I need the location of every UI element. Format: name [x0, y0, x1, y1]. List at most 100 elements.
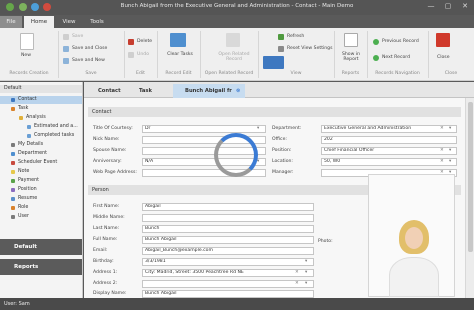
- dropdown-icon[interactable]: ▾: [257, 126, 259, 132]
- next-record-icon: [373, 55, 379, 61]
- undo-button[interactable]: Undo: [137, 52, 149, 57]
- sidebar-item-analysis[interactable]: Analysis: [0, 114, 82, 122]
- clear-icon[interactable]: ✕: [295, 270, 299, 276]
- doc-tab-contact[interactable]: Contact: [86, 84, 124, 98]
- title-of-courtesy-field[interactable]: Dr ▾: [142, 125, 266, 133]
- sidebar-item-note[interactable]: Note: [0, 168, 82, 176]
- refresh-button[interactable]: Refresh: [287, 34, 304, 39]
- doc-tab-task[interactable]: Task: [127, 84, 169, 98]
- tab-file[interactable]: File: [0, 16, 22, 28]
- clear-tasks-button[interactable]: Clear Tasks: [166, 52, 194, 57]
- reset-view-button[interactable]: Reset View Settings: [287, 46, 333, 51]
- group-reports: Reports: [341, 71, 360, 76]
- dropdown-icon[interactable]: ▾: [449, 126, 451, 132]
- close-tab-icon[interactable]: ⊗: [236, 84, 240, 98]
- sidebar-item-my-details[interactable]: My Details: [0, 141, 82, 149]
- sidebar-item-estimated[interactable]: Estimated and a...: [0, 123, 82, 131]
- clear-icon[interactable]: ✕: [440, 159, 444, 165]
- display-name-field[interactable]: Bunch Abigail: [142, 290, 314, 298]
- selected-view-icon[interactable]: [263, 56, 284, 69]
- clear-icon[interactable]: ✕: [440, 126, 444, 132]
- status-user: User: Sam: [4, 301, 30, 307]
- sidebar-button-default[interactable]: Default: [0, 239, 82, 255]
- location-label: Location:: [272, 159, 293, 164]
- dropdown-icon[interactable]: ▾: [305, 259, 307, 265]
- sidebar-item-contact[interactable]: Contact: [0, 96, 82, 104]
- contact-icon: [11, 98, 15, 102]
- save-close-icon: [63, 46, 69, 52]
- minimize-button[interactable]: —: [424, 1, 438, 12]
- maximize-button[interactable]: ▢: [441, 1, 455, 12]
- tab-tools[interactable]: Tools: [84, 16, 110, 28]
- sidebar-button-reports[interactable]: Reports: [0, 259, 82, 275]
- dropdown-icon[interactable]: ▾: [305, 281, 307, 287]
- sidebar-item-payment[interactable]: Payment: [0, 177, 82, 185]
- sidebar-item-scheduler[interactable]: Scheduler Event: [0, 159, 82, 167]
- sidebar-item-task[interactable]: Task: [0, 105, 82, 113]
- address1-field[interactable]: City: Madrid, Street: 3500 Peachtree Rd …: [142, 269, 314, 277]
- clear-icon[interactable]: ✕: [440, 148, 444, 154]
- display-name-label: Display Name:: [93, 291, 127, 296]
- show-report-button[interactable]: Show in Report: [340, 52, 362, 62]
- delete-icon: [128, 39, 134, 45]
- last-name-field[interactable]: Bunch: [142, 225, 314, 233]
- open-related-button[interactable]: Open Related Record: [217, 52, 251, 62]
- group-close: Close: [444, 71, 458, 76]
- last-name-label: Last Name:: [93, 226, 120, 231]
- sidebar-item-department[interactable]: Department: [0, 150, 82, 158]
- group-records-navigation: Records Navigation: [375, 71, 420, 76]
- save-close-button[interactable]: Save and Close: [72, 46, 107, 51]
- window-title: Bunch Abigail from the Executive General…: [120, 3, 354, 9]
- chart-icon: [27, 125, 31, 129]
- tab-view[interactable]: View: [56, 16, 82, 28]
- scrollbar[interactable]: [465, 98, 474, 298]
- first-name-field[interactable]: Abigail: [142, 203, 314, 211]
- next-record-button[interactable]: Next Record: [382, 55, 410, 60]
- document-tabs: Contact Task Bunch Abigail fr ⊗: [84, 82, 474, 98]
- save-new-button[interactable]: Save and New: [72, 58, 105, 63]
- sidebar-item-position[interactable]: Position: [0, 186, 82, 194]
- address2-field[interactable]: ✕ ▾: [142, 280, 314, 288]
- dropdown-icon[interactable]: ▾: [305, 270, 307, 276]
- group-open-related: Open Related Record: [204, 71, 254, 76]
- manager-label: Manager:: [272, 170, 294, 175]
- first-name-label: First Name:: [93, 204, 120, 209]
- dropdown-icon[interactable]: ▾: [449, 148, 451, 154]
- office-field[interactable]: 202: [321, 136, 457, 144]
- position-field[interactable]: Chief Financial Officer ✕ ▾: [321, 147, 457, 155]
- new-button[interactable]: New: [21, 53, 31, 58]
- middle-name-field[interactable]: [142, 214, 314, 222]
- scrollbar-thumb[interactable]: [468, 102, 473, 252]
- user-icon: [11, 143, 15, 147]
- sidebar-item-completed[interactable]: Completed tasks: [0, 132, 82, 140]
- sidebar-header: Default: [0, 85, 82, 93]
- person-face: [405, 227, 423, 249]
- clear-icon[interactable]: ✕: [295, 281, 299, 287]
- position-label: Position:: [272, 148, 292, 153]
- delete-button[interactable]: Delete: [137, 39, 152, 44]
- photo-box[interactable]: [368, 174, 455, 297]
- role-icon: [11, 206, 15, 210]
- birthday-field[interactable]: 3/3/1981 ▾: [142, 258, 314, 266]
- tab-home[interactable]: Home: [24, 16, 54, 28]
- payment-icon: [11, 179, 15, 183]
- close-button[interactable]: Close: [437, 55, 450, 60]
- new-document-icon: [20, 33, 34, 50]
- location-field[interactable]: 50, W0 ✕ ▾: [321, 158, 457, 166]
- title-bar: Bunch Abigail from the Executive General…: [0, 0, 474, 15]
- department-field[interactable]: Executive General and Administration ✕ ▾: [321, 125, 457, 133]
- sidebar-item-user[interactable]: User: [0, 213, 82, 221]
- full-name-field[interactable]: Bunch Abigail: [142, 236, 314, 244]
- sidebar-item-resume[interactable]: Resume: [0, 195, 82, 203]
- email-field[interactable]: Abigail_Bunch@example.com: [142, 247, 314, 255]
- clear-tasks-icon: [170, 33, 186, 47]
- doc-tab-bunch-abigail[interactable]: Bunch Abigail fr ⊗: [173, 84, 245, 98]
- anniversary-label: Anniversary:: [93, 159, 122, 164]
- close-window-button[interactable]: ✕: [458, 1, 472, 12]
- previous-record-button[interactable]: Previous Record: [382, 39, 419, 44]
- save-new-icon: [63, 58, 69, 64]
- save-button[interactable]: Save: [72, 34, 83, 39]
- dropdown-icon[interactable]: ▾: [449, 159, 451, 165]
- sidebar-item-role[interactable]: Role: [0, 204, 82, 212]
- address1-label: Address 1:: [93, 270, 118, 275]
